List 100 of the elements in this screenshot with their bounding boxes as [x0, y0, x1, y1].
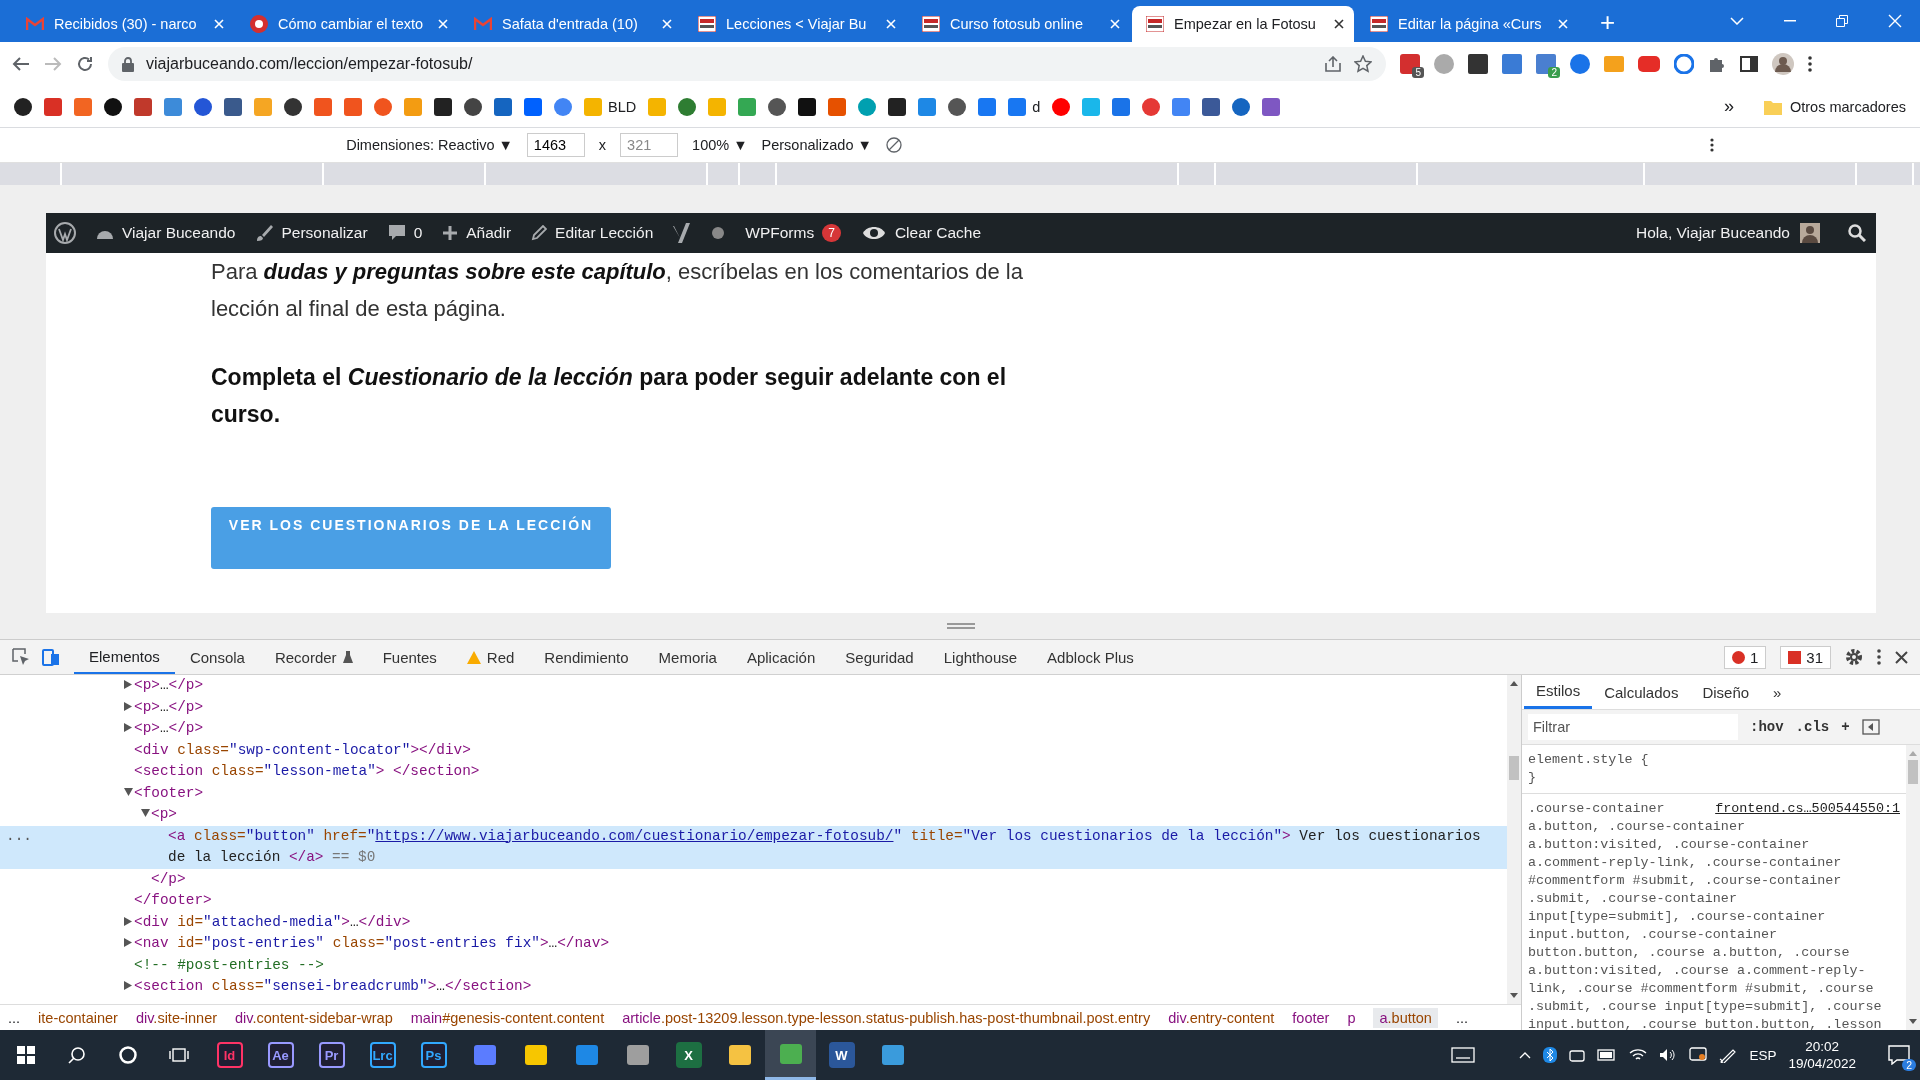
- settings-icon[interactable]: [1845, 648, 1863, 666]
- dom-node-row[interactable]: <div id="attached-media">…</div>: [0, 911, 1507, 933]
- caret-icon[interactable]: [1519, 1051, 1532, 1059]
- devtools-tab[interactable]: Elementos: [74, 640, 175, 674]
- pen-icon[interactable]: [1719, 1047, 1738, 1063]
- menu-icon[interactable]: [1877, 649, 1881, 665]
- bookmark-icon[interactable]: [194, 97, 212, 116]
- extension-icon[interactable]: [1638, 56, 1660, 72]
- puzzle-icon[interactable]: [1708, 55, 1726, 73]
- bookmark-label[interactable]: Otros marcadores: [1789, 98, 1906, 115]
- issues-counter[interactable]: 31: [1780, 645, 1831, 669]
- taskbar-button[interactable]: Pr: [306, 1030, 357, 1080]
- taskbar-button[interactable]: Lrc: [357, 1030, 408, 1080]
- browser-tab[interactable]: Cómo cambiar el texto: [236, 6, 458, 42]
- bookmark-label[interactable]: d: [1032, 98, 1041, 115]
- breadcrumb-overflow[interactable]: ...: [1455, 1009, 1468, 1026]
- new-rule-button[interactable]: +: [1841, 719, 1850, 735]
- browser-tab[interactable]: Recibidos (30) - narco: [12, 6, 234, 42]
- class-button[interactable]: .cls: [1795, 719, 1830, 735]
- styles-tab[interactable]: Diseño: [1690, 675, 1762, 709]
- star-icon[interactable]: [1354, 55, 1372, 73]
- camera-icon[interactable]: [1569, 1048, 1586, 1062]
- breadcrumb-item[interactable]: main#genesis-content.content: [410, 1009, 605, 1026]
- bookmark-icon[interactable]: [434, 97, 452, 116]
- reload-icon[interactable]: [76, 55, 94, 73]
- scroll-down-icon[interactable]: [1909, 1019, 1917, 1024]
- dom-node-row[interactable]: <div class="swp-content-locator"></div>: [0, 739, 1507, 761]
- dom-node-row[interactable]: <p>…</p>: [0, 696, 1507, 718]
- browser-tab[interactable]: Curso fotosub online: [908, 6, 1130, 42]
- admin-bar-link[interactable]: Añadir: [466, 224, 512, 242]
- admin-bar-link[interactable]: Viajar Buceando: [122, 224, 236, 242]
- new-tab-button[interactable]: +: [1594, 7, 1622, 38]
- devtools-tab[interactable]: Fuentes: [367, 640, 452, 674]
- dom-node-row[interactable]: <section class="sensei-breadcrumb">…</section>: [0, 976, 1507, 998]
- dom-node-row[interactable]: ... <a class="button" href="https://www.viajarbuceando.com/cuestionario/empezar-fotosub/" title="Ver los cuestionarios de la lección"> Ver los cuestionarios de la lección </a> == $0: [0, 825, 1507, 869]
- width-field[interactable]: 1463: [526, 133, 585, 157]
- bookmark-icon[interactable]: [104, 97, 122, 116]
- wifi-icon[interactable]: [1629, 1048, 1648, 1062]
- devtools-tab[interactable]: Seguridad: [830, 640, 929, 674]
- breadcrumb-overflow[interactable]: ...: [8, 1009, 21, 1026]
- seo-icon[interactable]: [673, 223, 692, 243]
- expand-arrow-icon[interactable]: [124, 981, 132, 990]
- scrollbar[interactable]: [1507, 675, 1521, 1004]
- bookmark-icon[interactable]: [14, 97, 32, 116]
- admin-bar-link[interactable]: Hola, Viajar Buceando: [1636, 224, 1790, 242]
- admin-bar-link[interactable]: 0: [413, 224, 423, 242]
- browser-tab[interactable]: Lecciones < Viajar Bu: [684, 6, 906, 42]
- admin-bar-link[interactable]: Personalizar: [281, 224, 368, 242]
- bookmark-icon[interactable]: [888, 97, 907, 116]
- scrollbar-thumb[interactable]: [1908, 760, 1918, 784]
- keyboard-icon[interactable]: [1451, 1047, 1476, 1063]
- breadcrumb-item[interactable]: footer: [1292, 1009, 1330, 1026]
- taskbar-button[interactable]: X: [663, 1030, 714, 1080]
- bookmark-icon[interactable]: [1202, 97, 1221, 116]
- height-field[interactable]: 321: [620, 133, 679, 157]
- bookmark-icon[interactable]: [464, 97, 482, 116]
- scrollbar-thumb[interactable]: [1509, 756, 1519, 780]
- close-icon[interactable]: [1895, 650, 1908, 664]
- bookmark-icon[interactable]: [224, 97, 242, 116]
- devtools-tab[interactable]: Rendimiento: [529, 640, 644, 674]
- more-marker[interactable]: ...: [6, 825, 32, 847]
- extension-icon[interactable]: [1400, 54, 1420, 74]
- dom-node-row[interactable]: <nav id="post-entries" class="post-entries fix">…</nav>: [0, 933, 1507, 955]
- menu-icon[interactable]: [1709, 138, 1714, 152]
- battery-icon[interactable]: [1597, 1049, 1618, 1061]
- devtools-tab[interactable]: Consola: [174, 640, 260, 674]
- share-icon[interactable]: [1324, 56, 1342, 72]
- taskbar-button[interactable]: W: [816, 1030, 867, 1080]
- devtools-tab[interactable]: Adblock Plus: [1032, 640, 1149, 674]
- more-tabs[interactable]: »: [1761, 675, 1794, 709]
- wordpress-icon[interactable]: [54, 222, 76, 244]
- bluetooth-icon[interactable]: [1543, 1047, 1558, 1063]
- dom-node-row[interactable]: <section class="lesson-meta"> </section>: [0, 761, 1507, 783]
- dimensions-dropdown[interactable]: Dimensiones: Reactivo ▼: [346, 137, 513, 153]
- devtools-tab[interactable]: Aplicación: [731, 640, 831, 674]
- more-bookmarks[interactable]: »: [1723, 96, 1734, 117]
- collapse-arrow-icon[interactable]: [140, 809, 150, 817]
- expand-arrow-icon[interactable]: [124, 701, 132, 711]
- dom-node-row[interactable]: <p>…</p>: [0, 675, 1507, 697]
- volume-icon[interactable]: [1659, 1048, 1678, 1062]
- sidebar-toggle-icon[interactable]: [1861, 719, 1880, 735]
- devtools-tab[interactable]: Memoria: [643, 640, 732, 674]
- bookmark-icon[interactable]: [284, 97, 302, 116]
- language-indicator[interactable]: ESP: [1749, 1047, 1777, 1063]
- breadcrumb-item[interactable]: ite-container: [38, 1009, 118, 1026]
- admin-bar-link[interactable]: Clear Cache: [894, 224, 982, 242]
- extension-icon[interactable]: [1674, 54, 1694, 74]
- extension-icon[interactable]: [1570, 54, 1590, 74]
- avatar-icon[interactable]: [1772, 53, 1794, 75]
- admin-bar-link[interactable]: WPForms: [745, 224, 815, 242]
- bookmark-icon[interactable]: [768, 97, 787, 116]
- tab-search-icon[interactable]: [1730, 17, 1744, 25]
- breadcrumb-item[interactable]: p: [1347, 1009, 1356, 1026]
- breadcrumb-item[interactable]: article.post-13209.lesson.type-lesson.status-publish.has-post-thumbnail.post.entry: [622, 1009, 1151, 1026]
- zoom-dropdown[interactable]: 100% ▼: [692, 137, 748, 153]
- dom-node-row[interactable]: <footer>: [0, 782, 1507, 804]
- throttle-dropdown[interactable]: Personalizado ▼: [761, 137, 872, 153]
- close-icon[interactable]: [1334, 19, 1344, 29]
- rotate-icon[interactable]: [885, 137, 902, 153]
- breadcrumb-item[interactable]: div.site-inner: [135, 1009, 218, 1026]
